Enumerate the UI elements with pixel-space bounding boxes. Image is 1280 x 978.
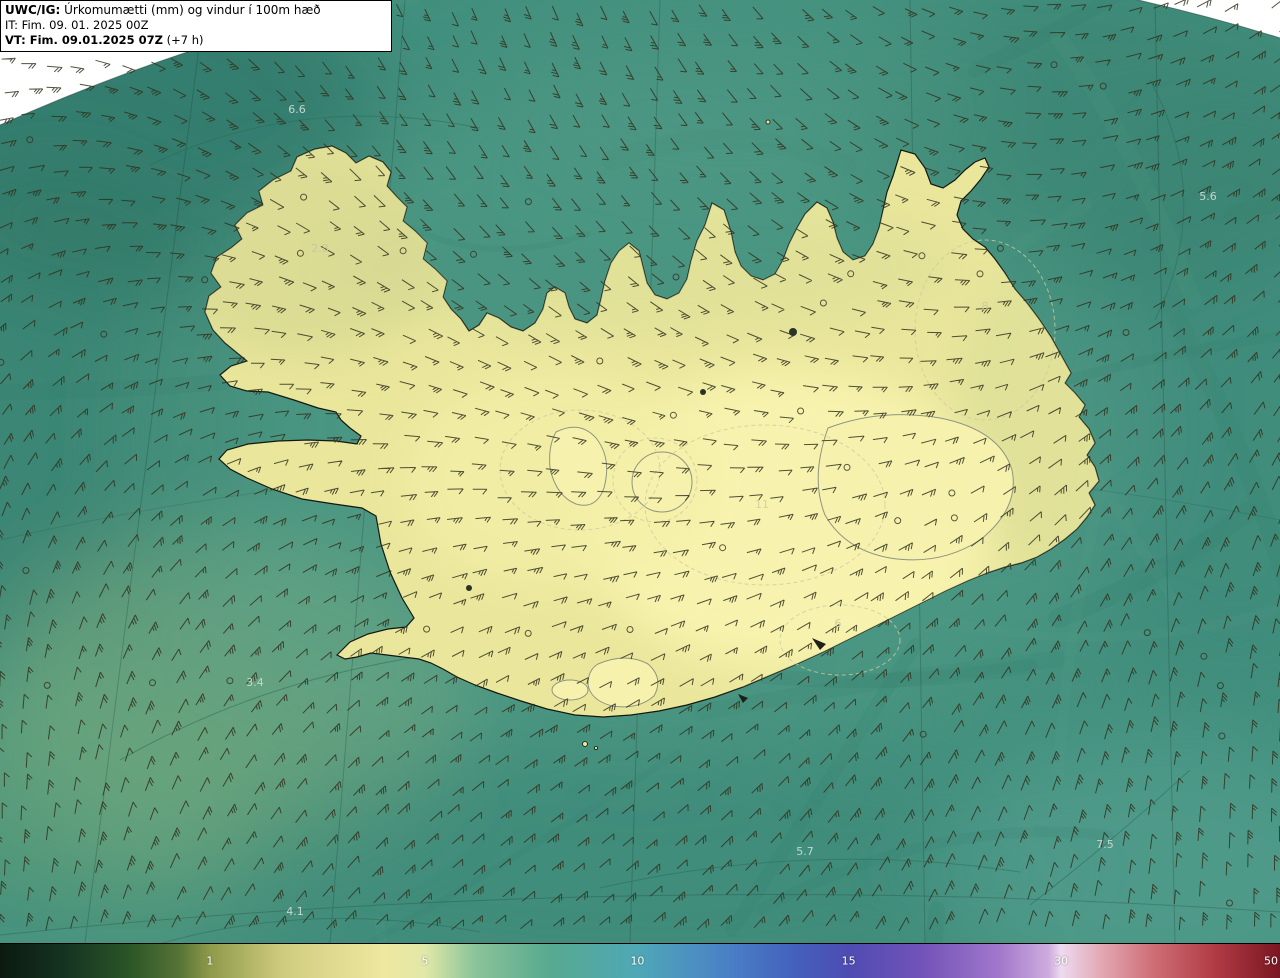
map-title: Úrkomumætti (mm) og vindur í 100m hæð bbox=[60, 3, 321, 17]
valid-time-bold: VT: Fim. 09.01.2025 07Z bbox=[5, 33, 163, 47]
colorbar: 1 5 10 15 30 50 bbox=[0, 943, 1280, 978]
colorbar-tick-15: 15 bbox=[841, 954, 856, 968]
contour-label: 4.1 bbox=[286, 905, 304, 918]
colorbar-tick-10: 10 bbox=[630, 954, 645, 968]
weather-map-app: 6.6 2.8 5.6 8 11 3.4 6 5.7 7.5 4.1 UWC/IG: Úrkomu… bbox=[0, 0, 1280, 978]
contour-label: 6 bbox=[835, 617, 842, 630]
colorbar-tick-5: 5 bbox=[421, 954, 429, 968]
init-time: IT: Fim. 09. 01. 2025 00Z bbox=[5, 18, 149, 32]
colorbar-tick-30: 30 bbox=[1054, 954, 1069, 968]
contour-label: 3.4 bbox=[246, 676, 264, 689]
colorbar-tick-50: 50 bbox=[1264, 954, 1279, 968]
contour-label: 7.5 bbox=[1096, 838, 1114, 851]
contour-label: 2.8 bbox=[311, 242, 329, 255]
title-box: UWC/IG: Úrkomumætti (mm) og vindur í 100… bbox=[0, 0, 392, 52]
map-title-line: UWC/IG: Úrkomumætti (mm) og vindur í 100… bbox=[5, 3, 385, 18]
model-name: UWC/IG: bbox=[5, 3, 61, 17]
valid-time: VT: Fim. 09.01.2025 07Z (+7 h) bbox=[5, 33, 385, 48]
contour-label: 8 bbox=[982, 300, 989, 313]
contour-label: 5.7 bbox=[796, 845, 814, 858]
contour-label: 11 bbox=[755, 498, 769, 511]
map-canvas: 6.6 2.8 5.6 8 11 3.4 6 5.7 7.5 4.1 bbox=[0, 0, 1280, 943]
colorbar-tick-1: 1 bbox=[206, 954, 214, 968]
contour-label: 5.6 bbox=[1199, 190, 1217, 203]
valid-time-offset: (+7 h) bbox=[162, 33, 204, 47]
contour-label: 6.6 bbox=[288, 103, 306, 116]
